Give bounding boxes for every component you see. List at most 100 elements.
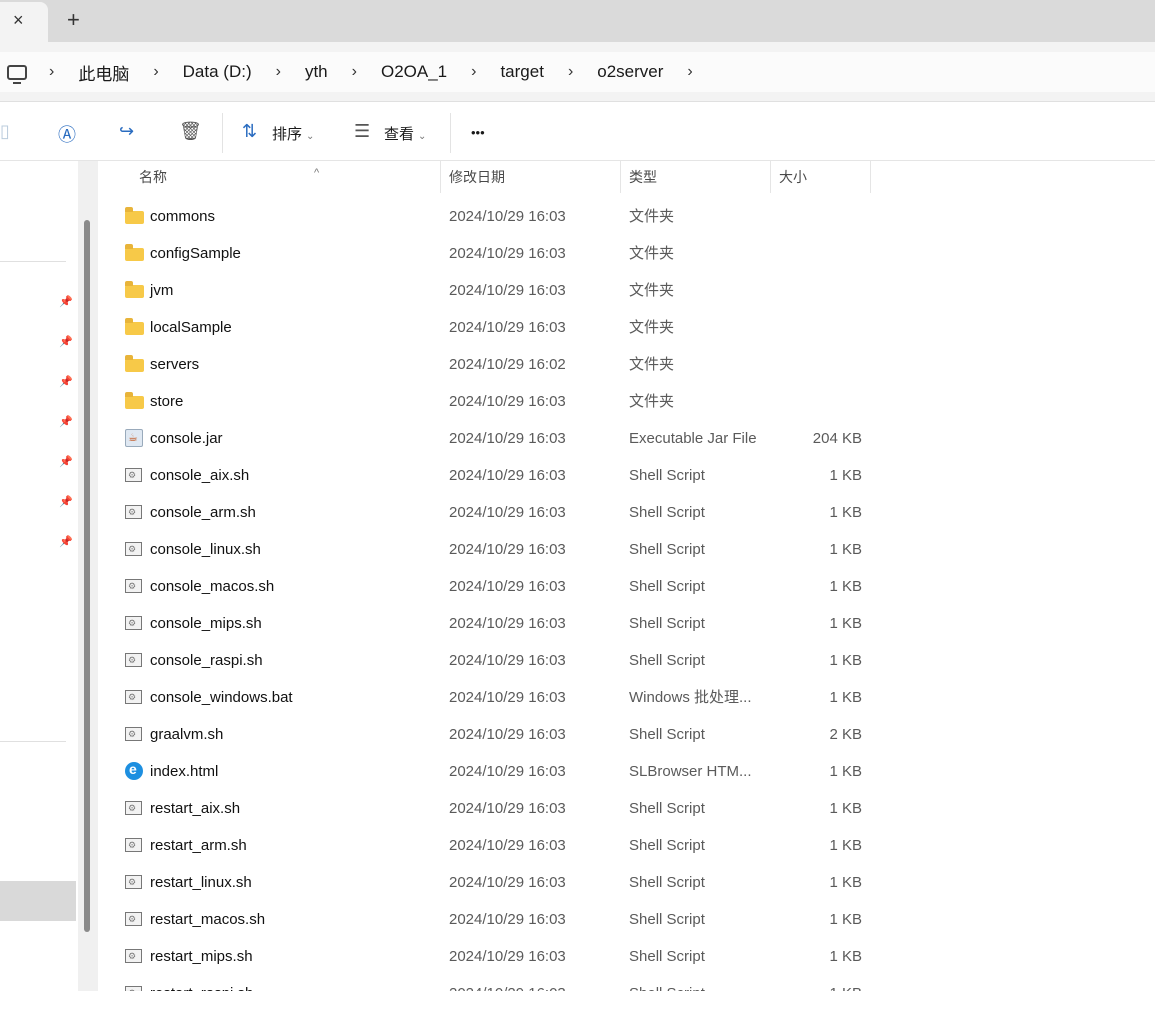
computer-icon[interactable] <box>7 64 27 84</box>
column-header-name[interactable]: 名称 ^ <box>131 161 441 193</box>
pin-icon[interactable]: 📌 <box>59 495 73 508</box>
web-icon <box>125 751 143 788</box>
breadcrumb-item[interactable]: target <box>500 62 543 82</box>
file-row[interactable]: servers 2024/10/29 16:02 文件夹 <box>98 346 878 383</box>
file-row[interactable]: restart_raspi.sh 2024/10/29 16:03 Shell … <box>98 975 878 991</box>
chevron-right-icon[interactable]: › <box>352 63 357 81</box>
pin-icon[interactable]: 📌 <box>59 415 73 428</box>
view-label: 查看 <box>384 126 415 143</box>
pin-icon[interactable]: 📌 <box>59 535 73 548</box>
breadcrumb[interactable]: › 此电脑 › Data (D:) › yth › O2OA_1 › target › o2serve… <box>0 52 1155 92</box>
file-type: 文件夹 <box>629 282 675 299</box>
more-options-button[interactable]: ••• <box>471 125 485 140</box>
column-header-type[interactable]: 类型 <box>621 161 771 193</box>
breadcrumb-item[interactable]: yth <box>305 62 328 82</box>
script-icon <box>125 827 142 864</box>
folder-icon <box>125 318 144 335</box>
pin-icon[interactable]: 📌 <box>59 375 73 388</box>
column-header-date[interactable]: 修改日期 <box>441 161 621 193</box>
file-row[interactable]: restart_linux.sh 2024/10/29 16:03 Shell … <box>98 864 878 901</box>
file-name: index.html <box>150 763 219 780</box>
file-date: 2024/10/29 16:03 <box>449 874 566 891</box>
file-row[interactable]: console_raspi.sh 2024/10/29 16:03 Shell … <box>98 642 878 679</box>
share-icon[interactable]: ↪ <box>119 121 134 142</box>
file-row[interactable]: restart_aix.sh 2024/10/29 16:03 Shell Sc… <box>98 790 878 827</box>
new-tab-button[interactable]: + <box>67 7 80 33</box>
file-row[interactable]: restart_arm.sh 2024/10/29 16:03 Shell Sc… <box>98 827 878 864</box>
sort-icon[interactable]: ⇅ <box>242 121 257 142</box>
column-date-label: 修改日期 <box>449 169 505 185</box>
pin-icon[interactable]: 📌 <box>59 335 73 348</box>
file-row[interactable]: console_mips.sh 2024/10/29 16:03 Shell S… <box>98 605 878 642</box>
file-row[interactable]: graalvm.sh 2024/10/29 16:03 Shell Script… <box>98 716 878 753</box>
rename-icon[interactable]: Ⓐ <box>58 121 76 147</box>
file-row[interactable]: console_macos.sh 2024/10/29 16:03 Shell … <box>98 568 878 605</box>
file-row[interactable]: console_windows.bat 2024/10/29 16:03 Win… <box>98 679 878 716</box>
folder-icon <box>125 281 144 298</box>
file-row[interactable]: index.html 2024/10/29 16:03 SLBrowser HT… <box>98 751 878 790</box>
file-name: restart_mips.sh <box>150 948 253 965</box>
script-icon <box>125 938 142 975</box>
file-type: Shell Script <box>629 504 705 521</box>
tab-active[interactable]: × <box>0 2 48 42</box>
chevron-right-icon[interactable]: › <box>687 63 692 81</box>
divider <box>0 741 66 742</box>
script-icon <box>125 716 142 753</box>
paste-icon[interactable]: ▯ <box>0 121 10 142</box>
file-type: Shell Script <box>629 467 705 484</box>
breadcrumb-item[interactable]: 此电脑 <box>78 60 129 85</box>
pin-icon[interactable]: 📌 <box>59 455 73 468</box>
jar-icon <box>125 420 143 457</box>
chevron-right-icon[interactable]: › <box>153 63 158 81</box>
view-button[interactable]: 查看 ⌄ <box>384 123 426 144</box>
file-size: 1 KB <box>829 467 862 484</box>
file-row[interactable]: configSample 2024/10/29 16:03 文件夹 <box>98 235 878 272</box>
breadcrumb-item[interactable]: Data (D:) <box>183 62 252 82</box>
sort-ascending-icon: ^ <box>314 167 320 179</box>
file-type: Shell Script <box>629 541 705 558</box>
chevron-right-icon[interactable]: › <box>471 63 476 81</box>
column-header-size[interactable]: 大小 <box>771 161 871 193</box>
file-date: 2024/10/29 16:03 <box>449 652 566 669</box>
breadcrumb-item[interactable]: o2server <box>597 62 663 82</box>
file-row[interactable]: console_arm.sh 2024/10/29 16:03 Shell Sc… <box>98 494 878 531</box>
file-name: restart_linux.sh <box>150 874 252 891</box>
folder-icon <box>125 207 144 224</box>
delete-icon[interactable]: 🗑 <box>179 121 202 142</box>
file-size: 2 KB <box>829 726 862 743</box>
pin-icon[interactable]: 📌 <box>59 295 73 308</box>
nav-item-selected[interactable] <box>0 881 76 921</box>
file-type: Shell Script <box>629 911 705 928</box>
file-row[interactable]: store 2024/10/29 16:03 文件夹 <box>98 383 878 420</box>
file-row[interactable]: console.jar 2024/10/29 16:03 Executable … <box>98 420 878 457</box>
column-type-label: 类型 <box>629 169 657 185</box>
file-row[interactable]: commons 2024/10/29 16:03 文件夹 <box>98 198 878 235</box>
sort-button[interactable]: 排序 ⌄ <box>272 123 314 144</box>
divider <box>222 113 223 153</box>
divider <box>450 113 451 153</box>
file-row[interactable]: localSample 2024/10/29 16:03 文件夹 <box>98 309 878 346</box>
tab-bar: × + <box>0 0 1155 42</box>
chevron-right-icon[interactable]: › <box>276 63 281 81</box>
nav-scrollbar-thumb[interactable] <box>84 220 90 932</box>
chevron-right-icon[interactable]: › <box>568 63 573 81</box>
file-name: localSample <box>150 319 232 336</box>
file-row[interactable]: console_linux.sh 2024/10/29 16:03 Shell … <box>98 531 878 568</box>
breadcrumb-item[interactable]: O2OA_1 <box>381 62 447 82</box>
file-row[interactable]: console_aix.sh 2024/10/29 16:03 Shell Sc… <box>98 457 878 494</box>
file-type: Shell Script <box>629 578 705 595</box>
file-row[interactable]: restart_macos.sh 2024/10/29 16:03 Shell … <box>98 901 878 938</box>
file-row[interactable]: restart_mips.sh 2024/10/29 16:03 Shell S… <box>98 938 878 975</box>
file-type: Shell Script <box>629 800 705 817</box>
file-list: 名称 ^ 修改日期 类型 大小 commons 2024/10/29 16:03 … <box>98 161 1155 991</box>
file-date: 2024/10/29 16:03 <box>449 800 566 817</box>
file-name: console_windows.bat <box>150 689 293 706</box>
file-size: 204 KB <box>812 430 862 447</box>
close-tab-icon[interactable]: × <box>13 10 24 31</box>
file-row[interactable]: jvm 2024/10/29 16:03 文件夹 <box>98 272 878 309</box>
file-size: 1 KB <box>829 652 862 669</box>
view-icon[interactable]: ☰ <box>354 121 370 142</box>
script-icon <box>125 531 142 568</box>
chevron-right-icon[interactable]: › <box>49 63 54 81</box>
file-date: 2024/10/29 16:03 <box>449 975 566 991</box>
